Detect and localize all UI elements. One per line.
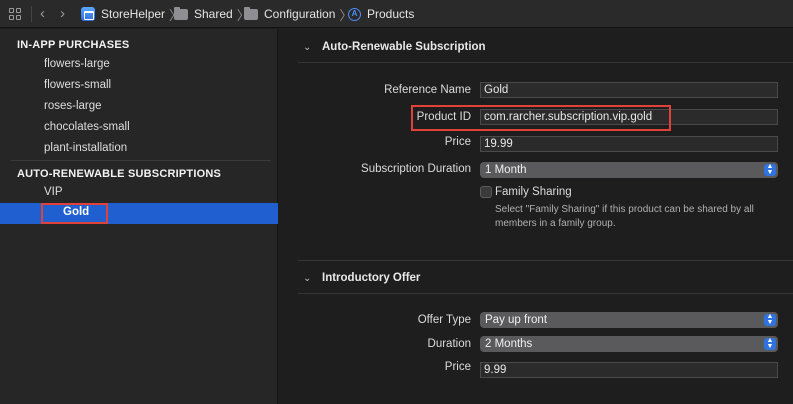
breadcrumb-configuration[interactable]: Configuration 〉 xyxy=(244,6,352,23)
breadcrumb-project-label: StoreHelper xyxy=(101,7,166,21)
breadcrumb-shared[interactable]: Shared 〉 xyxy=(174,6,250,23)
product-list-sidebar: IN-APP PURCHASES flowers-large flowers-s… xyxy=(0,29,278,404)
subscription-duration-popup[interactable]: 1 Month ▲ ▼ xyxy=(480,162,778,178)
folder-icon xyxy=(244,6,258,20)
list-item-roses-large[interactable]: roses-large xyxy=(44,100,102,112)
breadcrumb-configuration-label: Configuration xyxy=(264,7,336,21)
price-field[interactable]: 19.99 xyxy=(480,136,778,152)
price-label: Price xyxy=(444,136,471,148)
jump-bar: ‹ › StoreHelper 〉 Shared 〉 Configuration… xyxy=(0,0,793,28)
offer-duration-value: 2 Months xyxy=(485,338,533,350)
section-divider xyxy=(11,160,271,161)
up-down-chevron-icon: ▲ ▼ xyxy=(764,313,776,326)
reference-name-field[interactable]: Gold xyxy=(480,82,778,98)
forward-chevron-icon[interactable]: › xyxy=(60,6,65,22)
group-divider xyxy=(298,260,793,261)
list-item-vip[interactable]: VIP xyxy=(44,186,63,198)
iap-section-header: IN-APP PURCHASES xyxy=(17,39,130,51)
list-item-flowers-small[interactable]: flowers-small xyxy=(44,79,111,91)
family-sharing-checkbox[interactable] xyxy=(480,186,492,198)
chevron-down-icon[interactable]: ⌄ xyxy=(303,42,311,53)
folder-icon xyxy=(174,6,188,20)
breadcrumb-project[interactable]: StoreHelper 〉 xyxy=(81,7,182,23)
family-sharing-help-text: Select "Family Sharing" if this product … xyxy=(495,204,754,229)
up-down-chevron-icon: ▲ ▼ xyxy=(764,163,776,176)
group-divider xyxy=(298,62,793,63)
product-id-annotation-box xyxy=(411,105,671,131)
subscription-duration-label: Subscription Duration xyxy=(361,163,471,175)
jump-bar-divider xyxy=(31,6,32,22)
chevron-down-icon[interactable]: ⌄ xyxy=(303,273,311,284)
list-item-chocolates-small[interactable]: chocolates-small xyxy=(44,121,130,133)
reference-name-label: Reference Name xyxy=(384,84,471,96)
offer-type-label: Offer Type xyxy=(417,314,471,326)
storekit-config-icon: A xyxy=(348,7,361,21)
app-project-icon xyxy=(81,7,95,21)
subscriptions-section-header: AUTO-RENEWABLE SUBSCRIPTIONS xyxy=(17,168,222,180)
related-items-grid-icon[interactable] xyxy=(9,8,21,20)
list-item-flowers-large[interactable]: flowers-large xyxy=(44,58,110,70)
product-editor: ⌄ Auto-Renewable Subscription Reference … xyxy=(279,29,793,404)
offer-duration-label: Duration xyxy=(427,338,471,350)
group-divider xyxy=(298,293,793,294)
up-down-chevron-icon: ▲ ▼ xyxy=(764,337,776,350)
back-chevron-icon[interactable]: ‹ xyxy=(40,6,45,22)
offer-duration-popup[interactable]: 2 Months ▲ ▼ xyxy=(480,336,778,352)
breadcrumb-products[interactable]: A Products xyxy=(348,7,414,21)
gold-annotation-box xyxy=(41,203,108,224)
offer-price-field[interactable]: 9.99 xyxy=(480,362,778,378)
offer-type-value: Pay up front xyxy=(485,314,548,326)
subscription-duration-value: 1 Month xyxy=(485,164,527,176)
offer-type-popup[interactable]: Pay up front ▲ ▼ xyxy=(480,312,778,328)
offer-price-label: Price xyxy=(444,361,471,373)
breadcrumb-shared-label: Shared xyxy=(194,7,233,21)
subscription-group-title: Auto-Renewable Subscription xyxy=(322,41,486,53)
intro-offer-group-title: Introductory Offer xyxy=(322,272,421,284)
family-sharing-label[interactable]: Family Sharing xyxy=(495,186,572,198)
list-item-plant-installation[interactable]: plant-installation xyxy=(44,142,127,154)
breadcrumb-products-label: Products xyxy=(367,7,415,21)
